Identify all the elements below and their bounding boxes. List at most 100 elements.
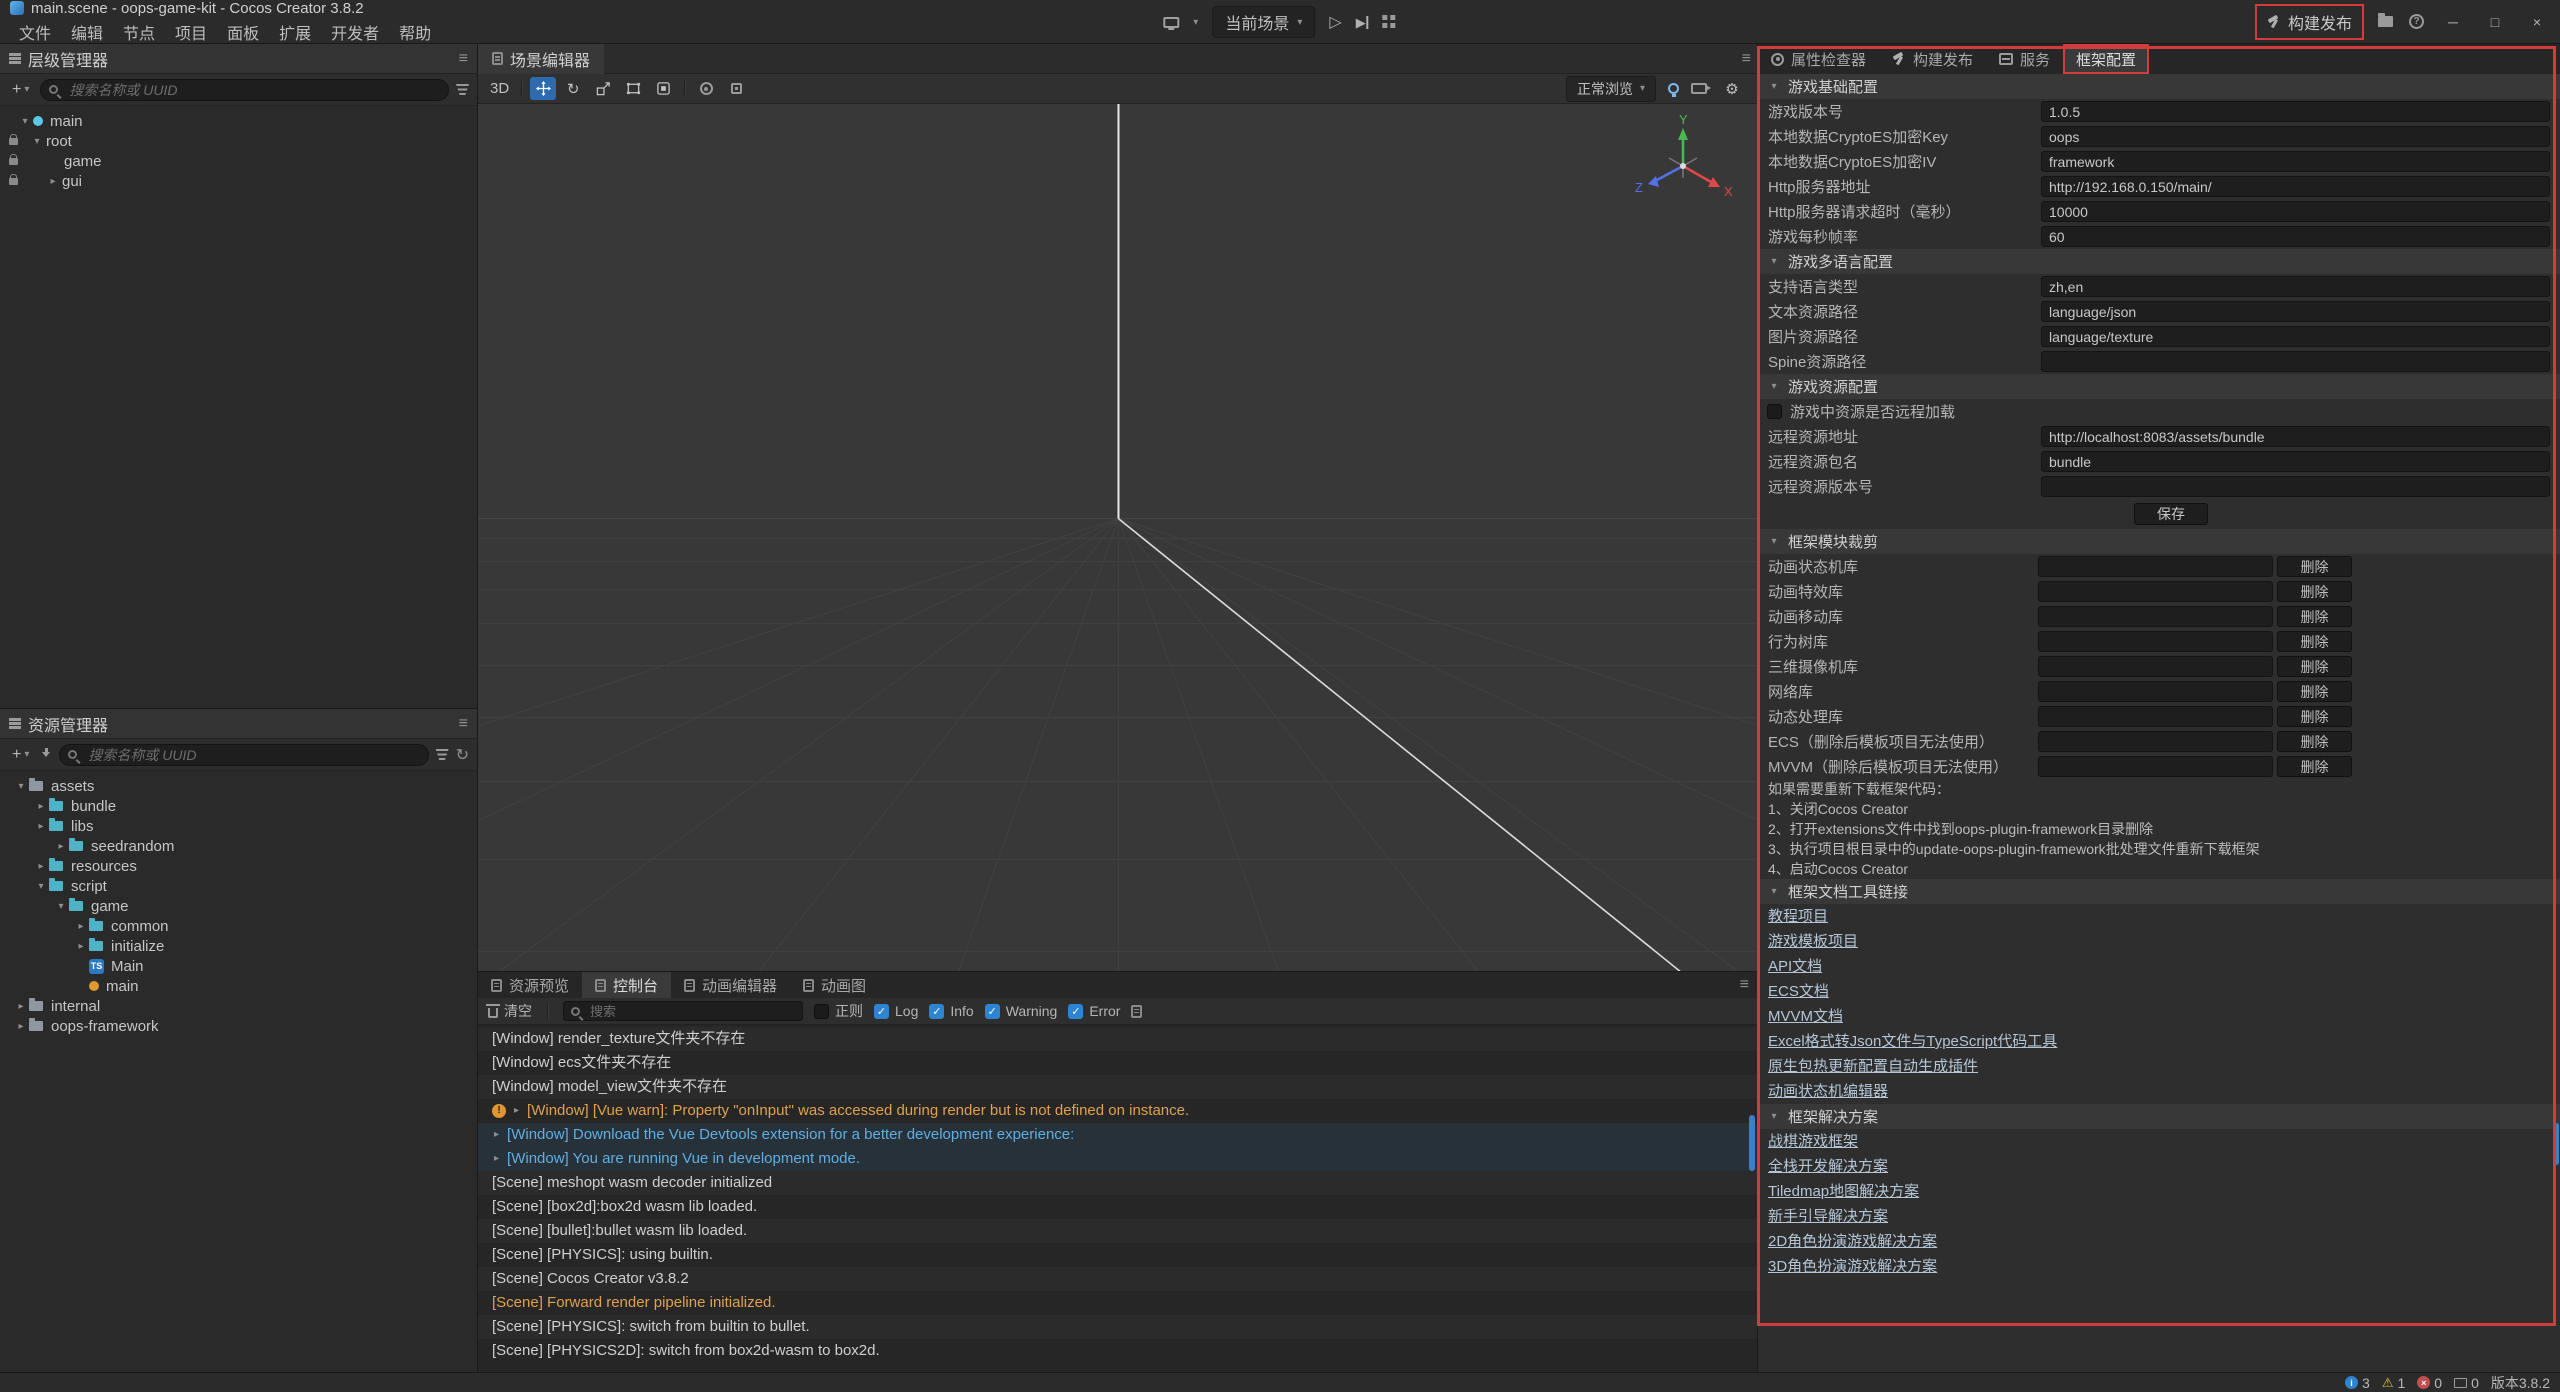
remote-bundle-input[interactable]	[2041, 451, 2550, 472]
chevron-down-icon[interactable]: ▾	[14, 781, 28, 792]
asset-node-resources[interactable]: ▸resources	[0, 856, 477, 876]
log-row[interactable]: [Scene] [PHYSICS]: switch from builtin t…	[478, 1315, 1757, 1339]
log-row[interactable]: [Scene] [PHYSICS2D]: switch from box2d-w…	[478, 1339, 1757, 1363]
hierarchy-node-game[interactable]: game	[0, 151, 477, 171]
solution-link[interactable]: 战棋游戏框架	[1758, 1129, 2560, 1154]
delete-button[interactable]: 删除	[2277, 681, 2352, 702]
rotate-tool-button[interactable]: ↻	[560, 77, 586, 100]
chevron-right-icon[interactable]: ▸	[492, 1123, 501, 1147]
scale-tool-button[interactable]	[590, 77, 616, 100]
filter-log-checkbox[interactable]: Log	[874, 1003, 918, 1019]
orientation-gizmo[interactable]: Y X Z	[1623, 112, 1743, 222]
log-row[interactable]: [Scene] [PHYSICS]: using builtin.	[478, 1243, 1757, 1267]
panel-menu-icon[interactable]: ≡	[1732, 976, 1757, 994]
texture-path-input[interactable]	[2041, 326, 2550, 347]
filter-warning-checkbox[interactable]: Warning	[985, 1003, 1058, 1019]
hierarchy-node-gui[interactable]: ▸ gui	[0, 171, 477, 191]
panel-menu-icon[interactable]: ≡	[459, 715, 468, 733]
delete-button[interactable]: 删除	[2277, 581, 2352, 602]
section-doc-links[interactable]: ▾框架文档工具链接	[1758, 879, 2560, 904]
log-row[interactable]: [Window] model_view文件夹不存在	[478, 1075, 1757, 1099]
hierarchy-node-main[interactable]: ▾ main	[0, 111, 477, 131]
chevron-right-icon[interactable]: ▸	[512, 1099, 521, 1123]
chevron-right-icon[interactable]: ▸	[74, 921, 88, 932]
console-scrollbar[interactable]	[1749, 1115, 1755, 1171]
menu-extension[interactable]: 扩展	[270, 20, 320, 44]
hierarchy-node-root[interactable]: ▾ root	[0, 131, 477, 151]
lock-icon[interactable]	[9, 138, 18, 145]
rect-tool-button[interactable]	[620, 77, 646, 100]
scene-settings-button[interactable]: ⚙	[1719, 77, 1745, 100]
chevron-right-icon[interactable]: ▸	[54, 841, 68, 852]
help-icon[interactable]	[2409, 14, 2424, 29]
http-server-input[interactable]	[2041, 176, 2550, 197]
doc-link[interactable]: 游戏模板项目	[1758, 929, 2560, 954]
panel-menu-icon[interactable]: ≡	[459, 50, 468, 68]
asset-node-initialize[interactable]: ▸initialize	[0, 936, 477, 956]
asset-node-assets[interactable]: ▾assets	[0, 776, 477, 796]
log-row-warning[interactable]: [Scene] Forward render pipeline initiali…	[478, 1291, 1757, 1315]
crypto-iv-input[interactable]	[2041, 151, 2550, 172]
doc-link[interactable]: Excel格式转Json文件与TypeScript代码工具	[1758, 1029, 2560, 1054]
doc-link[interactable]: 动画状态机编辑器	[1758, 1079, 2560, 1104]
refresh-icon[interactable]: ↻	[456, 745, 469, 765]
log-row[interactable]: [Scene] Cocos Creator v3.8.2	[478, 1267, 1757, 1291]
open-log-file-icon[interactable]	[1131, 1005, 1142, 1018]
log-row[interactable]: [Scene] [bullet]:bullet wasm lib loaded.	[478, 1219, 1757, 1243]
chevron-down-icon[interactable]: ▾	[1193, 17, 1198, 28]
tab-animation-graph[interactable]: 动画图	[790, 972, 879, 998]
asset-node-script[interactable]: ▾script	[0, 876, 477, 896]
coordinate-toggle-button[interactable]	[723, 77, 749, 100]
remote-version-input[interactable]	[2041, 476, 2550, 497]
section-basic-config[interactable]: ▾游戏基础配置	[1758, 74, 2560, 99]
chevron-right-icon[interactable]: ▸	[46, 176, 60, 187]
solution-link[interactable]: Tiledmap地图解决方案	[1758, 1179, 2560, 1204]
filter-error-checkbox[interactable]: Error	[1068, 1003, 1120, 1019]
layout-grid-icon[interactable]	[1383, 15, 1388, 20]
log-row-link[interactable]: ▸ [Window] You are running Vue in develo…	[478, 1147, 1757, 1171]
step-button[interactable]: ▶	[1356, 16, 1369, 29]
tab-animation-editor[interactable]: 动画编辑器	[671, 972, 790, 998]
spine-path-input[interactable]	[2041, 351, 2550, 372]
remote-url-input[interactable]	[2041, 426, 2550, 447]
tab-build-publish[interactable]: 构建发布	[1879, 44, 1986, 74]
chevron-down-icon[interactable]: ▾	[54, 901, 68, 912]
chevron-down-icon[interactable]: ▾	[30, 136, 44, 147]
crypto-key-input[interactable]	[2041, 126, 2550, 147]
status-message-counter[interactable]: 0	[2454, 1375, 2479, 1391]
doc-link[interactable]: API文档	[1758, 954, 2560, 979]
chevron-down-icon[interactable]: ▾	[18, 116, 32, 127]
log-row[interactable]: [Window] ecs文件夹不存在	[478, 1051, 1757, 1075]
console-search-input[interactable]	[563, 1001, 803, 1021]
filter-icon[interactable]	[436, 749, 449, 760]
add-asset-button[interactable]: +▾	[8, 746, 33, 764]
assets-search-input[interactable]	[59, 744, 428, 766]
chevron-right-icon[interactable]: ▸	[34, 861, 48, 872]
delete-button[interactable]: 删除	[2277, 631, 2352, 652]
panel-menu-icon[interactable]: ≡	[1742, 50, 1757, 68]
delete-button[interactable]: 删除	[2277, 731, 2352, 752]
minimize-button[interactable]: ─	[2440, 14, 2466, 30]
log-row[interactable]: [Scene] meshopt wasm decoder initialized	[478, 1171, 1757, 1195]
chevron-right-icon[interactable]: ▸	[34, 821, 48, 832]
asset-node-internal[interactable]: ▸internal	[0, 996, 477, 1016]
section-module-trim[interactable]: ▾框架模块裁剪	[1758, 529, 2560, 554]
filter-info-checkbox[interactable]: Info	[929, 1003, 973, 1019]
log-row[interactable]: [Window] render_texture文件夹不存在	[478, 1027, 1757, 1051]
save-button[interactable]: 保存	[2134, 503, 2208, 525]
tab-service[interactable]: 服务	[1986, 44, 2063, 74]
camera-preview-icon[interactable]	[1691, 83, 1707, 94]
tab-console[interactable]: 控制台	[582, 972, 671, 998]
asset-node-common[interactable]: ▸common	[0, 916, 477, 936]
menu-edit[interactable]: 编辑	[62, 20, 112, 44]
ui-tool-button[interactable]	[650, 77, 676, 100]
tab-framework-config[interactable]: 框架配置	[2063, 44, 2149, 74]
solution-link[interactable]: 全栈开发解决方案	[1758, 1154, 2560, 1179]
clear-console-button[interactable]: 清空	[488, 1001, 532, 1021]
http-timeout-input[interactable]	[2041, 201, 2550, 222]
log-row-link[interactable]: ▸ [Window] Download the Vue Devtools ext…	[478, 1123, 1757, 1147]
section-solutions[interactable]: ▾框架解决方案	[1758, 1104, 2560, 1129]
delete-button[interactable]: 删除	[2277, 556, 2352, 577]
mode-3d-button[interactable]: 3D	[486, 77, 513, 100]
tab-asset-preview[interactable]: 资源预览	[478, 972, 582, 998]
